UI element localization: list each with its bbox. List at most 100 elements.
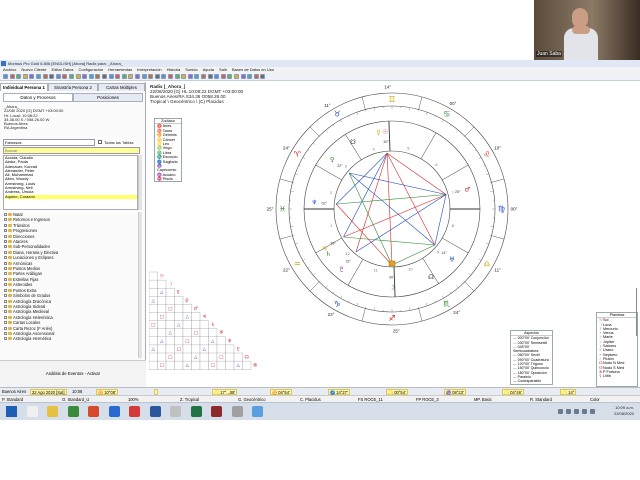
expand-icon[interactable] [4,331,7,335]
excel-icon[interactable] [190,406,202,417]
expand-icon[interactable] [4,261,7,265]
browser-icon[interactable] [88,406,99,417]
expand-icon[interactable] [4,337,7,341]
all-charts-checkbox[interactable] [98,140,102,144]
menu-item[interactable]: Nuevo Cliente [21,67,46,72]
volume-icon[interactable] [582,409,587,414]
toolbar-button-icon[interactable] [234,74,239,79]
expand-icon[interactable] [4,245,7,249]
person-list[interactable]: Acosta, Claudio Abdur, Paula Adenauer, Kon… [3,155,138,210]
taskbar-clock[interactable]: 10:09 a.m. 22/08/2020 [614,405,634,417]
expand-icon[interactable] [4,310,7,314]
toolbar-button-icon[interactable] [141,74,147,79]
toolbar-button-icon[interactable] [115,74,121,79]
expand-icon[interactable] [4,218,7,222]
menu-item[interactable]: Sonido [185,67,197,72]
expand-icon[interactable] [4,240,7,244]
toolbar-button-icon[interactable] [16,74,22,79]
toolbar-button-icon[interactable] [49,74,55,79]
toolbar-button-icon[interactable] [121,74,127,79]
toolbar-button-icon[interactable] [201,74,206,79]
toolbar-button-icon[interactable] [168,74,173,79]
toolbar-button-icon[interactable] [135,74,140,79]
app-icon[interactable] [211,406,222,417]
expand-icon[interactable] [4,250,7,254]
side-scroll-handle[interactable] [636,288,640,336]
toolbar-button-icon[interactable] [214,74,220,79]
toolbar-button-icon[interactable] [220,74,226,79]
tree-item[interactable]: Astrología Hermética [3,336,138,341]
expand-icon[interactable] [4,213,7,216]
toolbar-button-icon[interactable] [69,74,74,79]
toolbar-button-icon[interactable] [247,74,253,79]
tab-synastry-person-2[interactable]: Sinastría Persona 2 [48,83,98,91]
expand-icon[interactable] [4,288,7,292]
toolbar-button-icon[interactable] [3,74,8,79]
toolbar-button-icon[interactable] [55,74,61,79]
tray-icon[interactable] [566,409,571,414]
expand-icon[interactable] [4,229,7,233]
toolbar-button-icon[interactable] [181,74,187,79]
search-icon[interactable] [26,406,38,417]
expand-icon[interactable] [4,315,7,319]
toolbar-button-icon[interactable] [194,74,200,79]
app-icon[interactable] [129,406,140,417]
technique-tree[interactable]: Natal Retornos e Ingresos Tránsitos Progres… [3,212,138,358]
toolbar-button-icon[interactable] [260,74,266,79]
toolbar-button-icon[interactable] [102,74,107,79]
tab-individual-person-1[interactable]: Individual Persona 1 [0,83,48,91]
toolbar-button-icon[interactable] [62,74,68,79]
menu-item[interactable]: Historia [167,67,181,72]
toolbar-button-icon[interactable] [82,74,88,79]
expand-icon[interactable] [4,294,7,298]
person-list-scrollbar[interactable] [138,155,142,210]
app-icon[interactable] [252,406,263,417]
menu-item[interactable]: Ayuda [203,67,214,72]
toolbar-button-icon[interactable] [161,74,167,79]
database-select[interactable]: Famosos [3,139,95,146]
menu-item[interactable]: Herramientas [108,67,132,72]
toolbar-button-icon[interactable] [22,74,28,79]
app-icon[interactable] [170,406,181,417]
search-input[interactable]: Buscar [3,147,140,154]
toolbar-button-icon[interactable] [75,74,81,79]
natal-wheel[interactable]: ♌ ♋ ♊ ♉ ♈ ♓ ♒ ♑ ♐ ♏ ♎ ♍ 25° 1 24° 2 11° 3 14° 4 00° 5 10° 6 00° 7… [267,85,518,337]
toolbar-button-icon[interactable] [174,74,180,79]
tray-icon[interactable] [558,409,563,414]
technique-tree-scrollbar[interactable] [138,212,142,358]
toolbar-button-icon[interactable] [240,74,246,79]
toolbar-button-icon[interactable] [29,74,35,79]
toolbar-button-icon[interactable] [42,74,48,79]
expand-icon[interactable] [4,326,7,330]
events-analysis-button[interactable]: Análisis de Eventos - Activar [0,360,146,387]
toolbar-button-icon[interactable] [128,74,134,79]
edge-icon[interactable] [108,406,120,417]
menu-item[interactable]: Archivo [3,67,16,72]
menu-item[interactable]: Configuración [78,67,103,72]
tab-data-and-processes[interactable]: Datos y Procesos [3,93,73,102]
toolbar-button-icon[interactable] [148,74,154,79]
chrome-icon[interactable] [67,406,79,417]
expand-icon[interactable] [4,304,7,308]
toolbar-button-icon[interactable] [227,74,233,79]
menu-item[interactable]: Bases de Datos en Uso [232,67,274,72]
expand-icon[interactable] [4,299,7,303]
start-button-icon[interactable] [6,406,17,417]
expand-icon[interactable] [4,223,7,227]
expand-icon[interactable] [4,321,7,325]
toolbar-button-icon[interactable] [88,74,94,79]
expand-icon[interactable] [4,267,7,271]
word-icon[interactable] [149,406,161,417]
battery-icon[interactable] [590,409,595,414]
menu-item[interactable]: Interpretación [137,67,161,72]
app-icon[interactable] [231,406,243,417]
toolbar-button-icon[interactable] [154,74,160,79]
toolbar-button-icon[interactable] [36,74,41,79]
expand-icon[interactable] [4,277,7,281]
expand-icon[interactable] [4,272,7,276]
toolbar-button-icon[interactable] [108,74,114,79]
expand-icon[interactable] [4,256,7,260]
person-list-item[interactable]: Aquino, Corazón [5,194,137,199]
file-explorer-icon[interactable] [47,406,58,417]
expand-icon[interactable] [4,283,7,287]
